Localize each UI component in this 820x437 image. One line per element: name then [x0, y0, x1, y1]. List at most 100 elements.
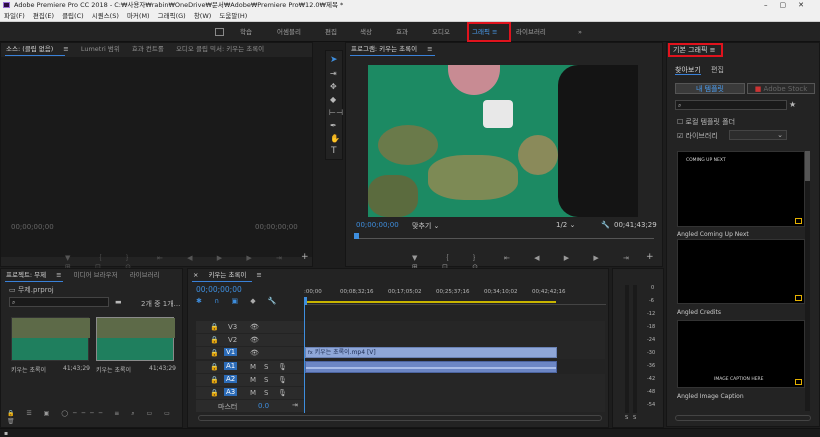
workspace-learning[interactable]: 학습: [240, 22, 252, 42]
tab-timeline[interactable]: 키우는 초록이: [208, 271, 246, 279]
project-item-thumb[interactable]: [11, 317, 90, 361]
program-add-button-icon[interactable]: +: [646, 252, 654, 262]
timeline-ruler[interactable]: :00;00 00;08;32;16 00;17;05;02 00;25;37;…: [304, 283, 606, 305]
workspace-libraries[interactable]: 라이브러리: [516, 22, 546, 42]
audio-clip[interactable]: [305, 361, 557, 373]
menu-marker[interactable]: 마커(M): [127, 12, 150, 20]
track-select-tool-icon[interactable]: ⇥: [330, 69, 337, 78]
program-menu-icon[interactable]: ≡: [427, 45, 432, 53]
lock-icon[interactable]: 🔒: [210, 389, 219, 397]
menu-graphics[interactable]: 그래픽(G): [158, 12, 186, 20]
eye-icon[interactable]: 👁: [250, 349, 259, 357]
menu-edit[interactable]: 편집(E): [33, 12, 54, 20]
mic-icon[interactable]: 🎙: [278, 363, 287, 371]
skip-end-icon[interactable]: ⇥: [292, 401, 298, 409]
project-bottom-toolbar[interactable]: 🔒 ☰ ▣ ◯──── ≡ ⌕ ▭ ▭ 🗑: [7, 410, 182, 425]
menu-help[interactable]: 도움말(H): [219, 12, 247, 20]
mic-icon[interactable]: 🎙: [278, 376, 287, 384]
project-item-thumb[interactable]: [96, 317, 175, 361]
tab-media-browser[interactable]: 미디어 브라우저: [74, 271, 118, 279]
template-scrollbar-thumb[interactable]: [805, 151, 810, 181]
eye-icon[interactable]: 👁: [250, 323, 259, 331]
workspace-editing[interactable]: 편집: [325, 22, 337, 42]
favorite-star-icon[interactable]: ★: [789, 100, 796, 109]
workspace-overflow-icon[interactable]: »: [578, 22, 582, 42]
project-menu-icon[interactable]: ≡: [56, 271, 61, 279]
track-label[interactable]: A2: [224, 375, 238, 383]
mute-icon[interactable]: M: [250, 363, 256, 371]
lock-icon[interactable]: 🔒: [210, 336, 219, 344]
playhead-icon[interactable]: [304, 297, 307, 305]
tab-effect-controls[interactable]: 효과 컨트롤: [132, 45, 164, 53]
workspace-color[interactable]: 색상: [360, 22, 372, 42]
mic-icon[interactable]: 🎙: [278, 389, 287, 397]
program-scrubber[interactable]: [354, 233, 654, 239]
menu-window[interactable]: 창(W): [194, 12, 211, 20]
track-label[interactable]: A3: [224, 388, 238, 396]
thumbnail-size-slider[interactable]: [675, 415, 811, 421]
slip-tool-icon[interactable]: ⊢⊣: [329, 108, 343, 117]
track-header-a3[interactable]: 🔒 A3 M S 🎙: [196, 387, 304, 399]
track-header-a1[interactable]: 🔒 A1 M S 🎙: [196, 361, 304, 373]
program-timecode[interactable]: 00;00;00;00: [356, 221, 399, 229]
workspace-effects[interactable]: 효과: [396, 22, 408, 42]
template-thumb-image-caption[interactable]: IMAGE CAPTION HERE: [677, 320, 805, 388]
tab-audio-clip-mixer[interactable]: 오디오 클립 믹서: 키우는 초록이: [176, 45, 264, 53]
timeline-close-icon[interactable]: ×: [193, 271, 198, 279]
local-templates-checkbox[interactable]: ☐ 로컬 템플릿 폴더: [677, 117, 735, 127]
solo-icon[interactable]: S: [264, 389, 268, 397]
track-header-v3[interactable]: 🔒 V3 👁: [196, 321, 304, 333]
program-title[interactable]: 프로그램: 키우는 초록이: [351, 45, 417, 53]
my-templates-button[interactable]: 내 템플릿: [675, 83, 745, 94]
timeline-menu-icon[interactable]: ≡: [256, 271, 261, 279]
menu-file[interactable]: 파일(F): [4, 12, 25, 20]
template-thumb-credits[interactable]: [677, 239, 805, 304]
template-scrollbar[interactable]: [805, 151, 810, 411]
track-header-master[interactable]: 마스터 0.0 ⇥: [196, 400, 304, 412]
adobe-stock-button[interactable]: ■ Adobe Stock: [747, 83, 815, 94]
tab-project[interactable]: 프로젝트: 무제: [6, 271, 46, 279]
selection-tool-icon[interactable]: ➤: [330, 55, 338, 65]
project-item-name[interactable]: 키우는 초록이: [11, 365, 46, 374]
project-item-name[interactable]: 키우는 초록이: [96, 365, 131, 374]
solo-right-button[interactable]: S: [633, 415, 636, 421]
timeline-timecode[interactable]: 00;00;00;00: [196, 285, 242, 294]
libraries-checkbox[interactable]: ☑ 라이브러리: [677, 131, 718, 141]
workspace-assembly[interactable]: 어셈블리: [277, 22, 301, 42]
video-clip[interactable]: fx 키우는 초록이.mp4 [V]: [305, 347, 557, 358]
tab-menu-icon[interactable]: ≡: [63, 45, 68, 53]
menu-sequence[interactable]: 시퀀스(S): [92, 12, 119, 20]
tab-edit[interactable]: 편집: [711, 65, 724, 75]
solo-icon[interactable]: S: [264, 363, 268, 371]
type-tool-icon[interactable]: T: [331, 146, 337, 156]
timeline-tool-icons[interactable]: ✱ ∩ ▣ ◆ 🔧: [196, 297, 282, 305]
eye-icon[interactable]: 👁: [250, 336, 259, 344]
lock-icon[interactable]: 🔒: [210, 349, 219, 357]
audio-tracks-area[interactable]: [305, 374, 605, 412]
work-area-bar[interactable]: [304, 301, 556, 303]
hand-tool-icon[interactable]: ✋: [330, 134, 340, 143]
template-thumb-coming-up-next[interactable]: COMING UP NEXT: [677, 151, 805, 227]
razor-tool-icon[interactable]: ◆: [330, 95, 336, 104]
mute-icon[interactable]: M: [250, 389, 256, 397]
new-bin-icon[interactable]: ▬: [115, 298, 122, 306]
tab-source[interactable]: 소스: (클립 없음): [6, 45, 53, 53]
project-search-input[interactable]: ⌕: [9, 297, 109, 307]
track-label[interactable]: V1: [224, 348, 238, 356]
track-header-a2[interactable]: 🔒 A2 M S 🎙: [196, 374, 304, 386]
timeline-zoom-scrollbar[interactable]: [198, 415, 602, 421]
ripple-edit-tool-icon[interactable]: ✥: [330, 82, 337, 91]
wrench-icon[interactable]: 🔧: [601, 221, 610, 229]
track-header-v1[interactable]: 🔒 V1 👁: [196, 347, 304, 359]
mute-icon[interactable]: M: [250, 376, 256, 384]
master-value[interactable]: 0.0: [258, 402, 269, 410]
window-controls[interactable]: –▢✕: [764, 0, 816, 10]
tab-libraries[interactable]: 라이브러리: [130, 271, 160, 279]
lock-icon[interactable]: 🔒: [210, 323, 219, 331]
lock-icon[interactable]: 🔒: [210, 363, 219, 371]
program-fit-select[interactable]: 맞추기 ⌄: [412, 221, 439, 231]
source-add-button-icon[interactable]: +: [301, 252, 309, 262]
playhead-icon[interactable]: [354, 233, 359, 239]
library-select[interactable]: ⌄: [729, 130, 787, 140]
template-search-input[interactable]: ⌕: [675, 100, 787, 110]
